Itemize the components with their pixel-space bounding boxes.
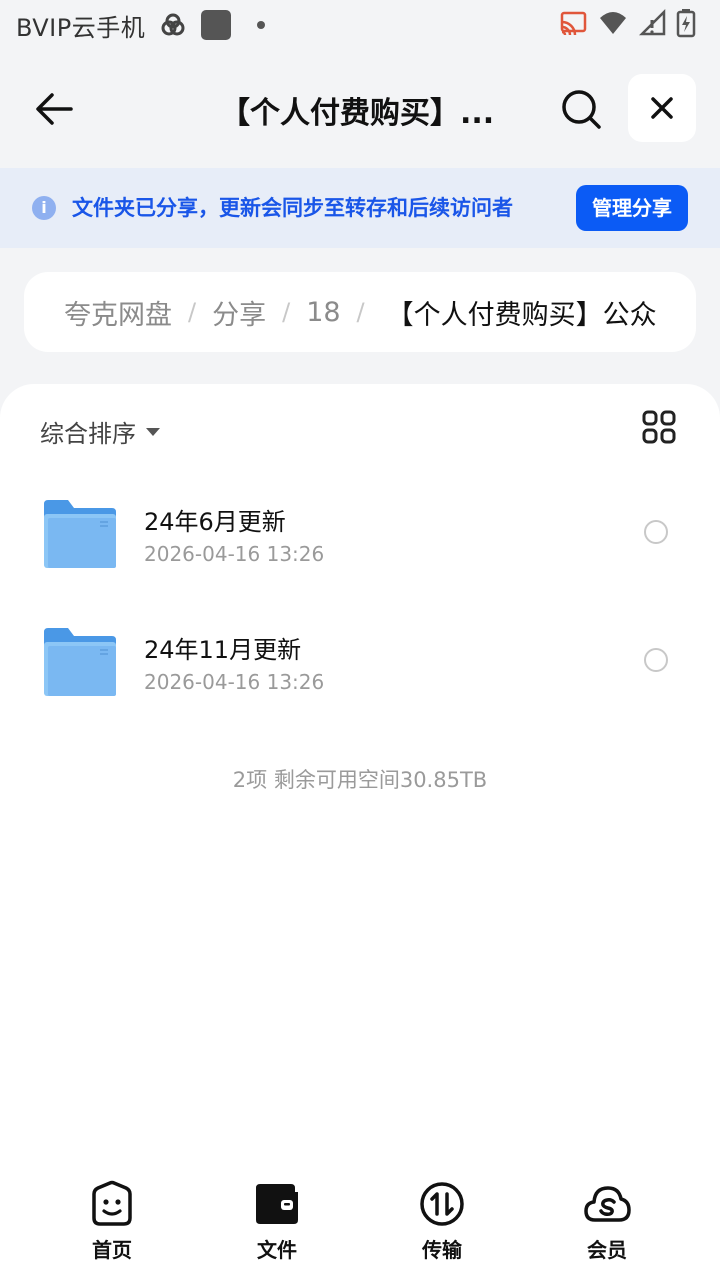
storage-summary: 2项 剩余可用空间30.85TB xyxy=(232,768,488,792)
file-date: 2026-04-16 13:26 xyxy=(144,670,325,694)
grid-icon xyxy=(642,410,676,444)
notification-dot-icon xyxy=(257,21,266,29)
search-icon xyxy=(562,90,601,129)
arrow-left-icon xyxy=(36,93,73,125)
multi-circle-icon xyxy=(161,13,185,36)
file-name: 24年6月更新 xyxy=(144,508,286,536)
wifi-icon xyxy=(600,12,626,34)
battery-icon xyxy=(676,9,696,38)
breadcrumb-item-share[interactable]: 分享 xyxy=(212,293,266,332)
list-item[interactable]: 24年11月更新 2026-04-16 13:26 xyxy=(0,612,720,722)
caret-down-icon xyxy=(146,427,160,436)
back-button[interactable] xyxy=(30,85,78,133)
breadcrumb-current: 【个人付费购买】公众 xyxy=(386,299,657,331)
wallet-folder-icon xyxy=(256,1184,298,1224)
share-notice-text: 文件夹已分享，更新会同步至转存和后续访问者 xyxy=(72,196,513,220)
app-square-icon xyxy=(201,10,232,40)
bottom-tab-bar: 首页 文件 传输 会员 xyxy=(0,1170,720,1280)
tab-home-label: 首页 xyxy=(92,1238,132,1262)
smile-box-icon xyxy=(92,1180,132,1226)
sort-dropdown[interactable]: 综合排序 xyxy=(40,414,160,449)
tab-membership[interactable]: 会员 xyxy=(547,1180,667,1270)
tab-files[interactable]: 文件 xyxy=(217,1180,337,1270)
sort-label: 综合排序 xyxy=(40,420,136,448)
folder-icon xyxy=(44,628,116,696)
file-name: 24年11月更新 xyxy=(144,636,302,664)
transfer-icon xyxy=(420,1182,464,1226)
cast-icon xyxy=(560,11,587,36)
page-title: 【个人付费购买】... xyxy=(220,96,495,131)
file-date: 2026-04-16 13:26 xyxy=(144,542,325,566)
breadcrumb-separator: / xyxy=(188,298,197,326)
manage-share-button[interactable]: 管理分享 xyxy=(576,185,688,231)
status-app-label: BVIP云手机 xyxy=(16,13,146,42)
breadcrumb-item-root[interactable]: 夸克网盘 xyxy=(64,293,172,332)
close-icon xyxy=(651,97,673,119)
folder-icon xyxy=(44,500,116,568)
breadcrumb-separator: / xyxy=(356,298,365,326)
list-item[interactable]: 24年6月更新 2026-04-16 13:26 xyxy=(0,484,720,594)
select-checkbox[interactable] xyxy=(644,648,668,672)
status-right xyxy=(558,8,696,38)
select-checkbox[interactable] xyxy=(644,520,668,544)
breadcrumb: 夸克网盘 / 分享 / 18 / 【个人付费购买】公众 xyxy=(24,272,696,352)
tab-transfer[interactable]: 传输 xyxy=(382,1180,502,1270)
grid-view-button[interactable] xyxy=(642,410,676,444)
breadcrumb-item-18[interactable]: 18 xyxy=(306,297,340,328)
status-bar: BVIP云手机 xyxy=(0,0,720,50)
tab-home[interactable]: 首页 xyxy=(52,1180,172,1270)
status-left: BVIP云手机 xyxy=(16,8,266,43)
file-list-panel: 综合排序 24年6月更新 2026-04-16 13:26 24年11月更新 2 xyxy=(0,384,720,1280)
close-button[interactable] xyxy=(628,74,696,142)
share-notice-bar: i 文件夹已分享，更新会同步至转存和后续访问者 管理分享 xyxy=(0,168,720,248)
signal-icon xyxy=(638,8,666,36)
search-button[interactable] xyxy=(556,84,606,134)
tab-files-label: 文件 xyxy=(257,1238,297,1262)
info-icon: i xyxy=(32,196,56,220)
breadcrumb-separator: / xyxy=(282,298,291,326)
nav-bar: 【个人付费购买】... xyxy=(0,50,720,168)
tab-transfer-label: 传输 xyxy=(422,1238,462,1262)
cloud-s-icon xyxy=(584,1186,631,1222)
tab-membership-label: 会员 xyxy=(587,1238,627,1262)
